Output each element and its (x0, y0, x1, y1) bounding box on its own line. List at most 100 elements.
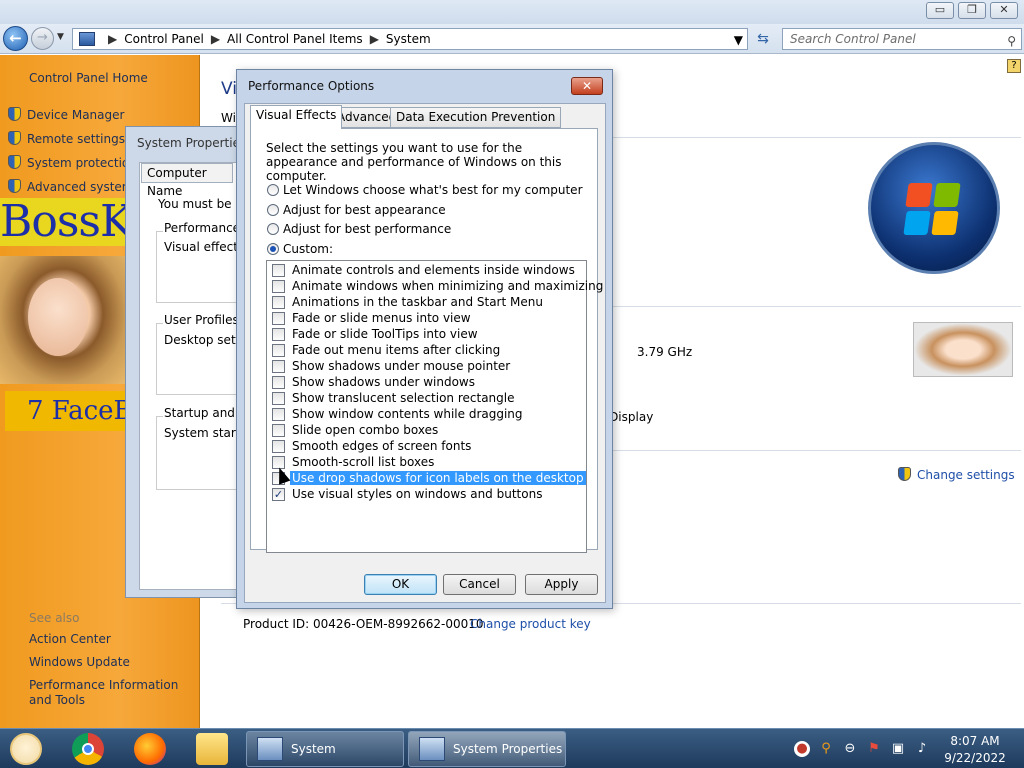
sidebar-item-action-center[interactable]: Action Center (29, 632, 111, 646)
visual-effects-list[interactable]: Animate controls and elements inside win… (266, 260, 603, 553)
effect-item[interactable]: Show translucent selection rectangle (272, 390, 515, 406)
checkbox[interactable] (272, 359, 285, 373)
shield-icon (8, 179, 21, 193)
checkbox[interactable] (272, 439, 285, 453)
effect-item[interactable]: ✓ Use visual styles on windows and button… (272, 486, 542, 502)
radio-label: Adjust for best performance (283, 222, 452, 236)
checkbox[interactable] (272, 343, 285, 357)
sidebar-item-performance-info[interactable]: Performance Information and Tools (29, 678, 194, 708)
chrome-center-icon (82, 743, 94, 755)
breadcrumb-control-panel[interactable]: Control Panel (124, 32, 204, 46)
system-properties-icon (419, 737, 445, 761)
effect-item[interactable]: Fade or slide menus into view (272, 310, 471, 326)
effect-item[interactable]: Smooth-scroll list boxes (272, 454, 434, 470)
firefox-icon[interactable] (134, 733, 166, 765)
change-settings-link[interactable]: Change settings (898, 467, 1015, 482)
effect-item[interactable]: Animations in the taskbar and Start Menu (272, 294, 543, 310)
tray-app-icon[interactable]: ● (794, 741, 810, 757)
back-button[interactable]: ← (3, 26, 28, 51)
checkbox[interactable] (272, 407, 285, 421)
radio-let-windows-choose[interactable]: Let Windows choose what's best for my co… (267, 182, 583, 198)
close-dialog-button[interactable]: ✕ (571, 77, 603, 95)
sidebar-item-label: Device Manager (27, 108, 125, 122)
windows-flag-green (933, 183, 961, 207)
effect-item[interactable]: Show shadows under windows (272, 374, 475, 390)
change-product-key-link[interactable]: Change product key (470, 617, 591, 631)
tray-minus-icon[interactable]: ⊖ (842, 741, 858, 757)
sidebar-item-system-protection[interactable]: System protection (8, 155, 137, 170)
sidebar-item-home[interactable]: Control Panel Home (29, 71, 148, 85)
chevron-down-icon[interactable]: ▼ (734, 33, 743, 47)
tab-data-execution-prevention[interactable]: Data Execution Prevention (390, 107, 562, 128)
close-window-button[interactable]: ✕ (990, 2, 1018, 19)
search-input[interactable]: Search Control Panel ⚲ (782, 28, 1022, 50)
network-icon[interactable]: ▣ (890, 741, 906, 757)
sidebar-item-remote-settings[interactable]: Remote settings (8, 131, 125, 146)
oem-banner-text: BossKa (0, 198, 128, 246)
folder-icon[interactable] (196, 733, 228, 765)
taskbar-item-label: System (291, 742, 336, 756)
breadcrumb-all-items[interactable]: All Control Panel Items (227, 32, 363, 46)
effect-label: Fade or slide menus into view (292, 311, 471, 325)
effect-item[interactable]: Smooth edges of screen fonts (272, 438, 471, 454)
cancel-button[interactable]: Cancel (443, 574, 516, 595)
clock-date[interactable]: 9/22/2022 (942, 751, 1008, 765)
effect-item[interactable]: Show shadows under mouse pointer (272, 358, 510, 374)
recent-pages-chevron-icon[interactable]: ▼ (57, 32, 64, 42)
minimize-button[interactable]: ▭ (926, 2, 954, 19)
effect-item[interactable]: Fade out menu items after clicking (272, 342, 500, 358)
effect-label: Slide open combo boxes (292, 423, 439, 437)
effect-label: Animations in the taskbar and Start Menu (292, 295, 543, 309)
checkbox-checked[interactable]: ✓ (272, 487, 285, 501)
breadcrumb[interactable]: ▶ Control Panel ▶ All Control Panel Item… (72, 28, 748, 50)
tray-search-icon[interactable]: ⚲ (818, 741, 834, 757)
checkbox[interactable] (272, 279, 285, 293)
checkbox[interactable] (272, 423, 285, 437)
effect-item[interactable]: Slide open combo boxes (272, 422, 438, 438)
radio-best-appearance[interactable]: Adjust for best appearance (267, 202, 446, 218)
radio-best-performance[interactable]: Adjust for best performance (267, 221, 451, 237)
breadcrumb-system[interactable]: System (386, 32, 431, 46)
taskbar-item-label: System Properties (453, 742, 563, 756)
windows-flag-red (905, 183, 933, 207)
taskbar-item-system-properties[interactable]: System Properties (408, 731, 566, 767)
dialog-title: Performance Options (248, 79, 375, 93)
visual-effects-panel: Select the settings you want to use for … (250, 128, 603, 553)
radio-selected-icon (267, 243, 279, 255)
search-icon[interactable]: ⚲ (1007, 31, 1016, 51)
windows-edition-heading: Wi (221, 111, 236, 125)
sidebar-item-windows-update[interactable]: Windows Update (29, 655, 130, 669)
oem-banner-2-text: 7 FaceB (27, 396, 127, 426)
tab-computer-name[interactable]: Computer Name (141, 163, 233, 198)
refresh-icon[interactable]: ⇆ (752, 30, 774, 50)
checkbox[interactable] (272, 263, 285, 277)
start-button-icon[interactable] (10, 733, 42, 765)
effect-label: Smooth-scroll list boxes (292, 455, 435, 469)
apply-button[interactable]: Apply (525, 574, 598, 595)
radio-custom[interactable]: Custom: (267, 241, 333, 257)
help-icon[interactable]: ? (1007, 59, 1021, 73)
effect-item[interactable]: Show window contents while dragging (272, 406, 523, 422)
sidebar-item-advanced[interactable]: Advanced system (8, 179, 133, 194)
action-center-flag-icon[interactable]: ⚑ (866, 741, 882, 757)
effect-item-selected[interactable]: Use drop shadows for icon labels on the … (272, 470, 586, 486)
clock-time[interactable]: 8:07 AM (948, 734, 1002, 748)
maximize-button[interactable]: ❐ (958, 2, 986, 19)
volume-icon[interactable]: ♪ (914, 741, 930, 757)
checkbox[interactable] (272, 375, 285, 389)
effect-item[interactable]: Fade or slide ToolTips into view (272, 326, 478, 342)
checkbox[interactable] (272, 391, 285, 405)
checkbox[interactable] (272, 311, 285, 325)
ok-button[interactable]: OK (364, 574, 437, 595)
checkbox[interactable] (272, 295, 285, 309)
effect-item[interactable]: Animate windows when minimizing and maxi… (272, 278, 603, 294)
effect-item[interactable]: Animate controls and elements inside win… (272, 262, 575, 278)
chrome-icon[interactable] (72, 733, 104, 765)
forward-button[interactable]: → (31, 27, 54, 50)
shield-icon (8, 131, 21, 145)
taskbar-item-system[interactable]: System (246, 731, 404, 767)
sidebar-item-device-manager[interactable]: Device Manager (8, 107, 124, 122)
tab-visual-effects[interactable]: Visual Effects (250, 105, 343, 129)
arrow-left-icon: ← (9, 29, 22, 47)
checkbox[interactable] (272, 327, 285, 341)
